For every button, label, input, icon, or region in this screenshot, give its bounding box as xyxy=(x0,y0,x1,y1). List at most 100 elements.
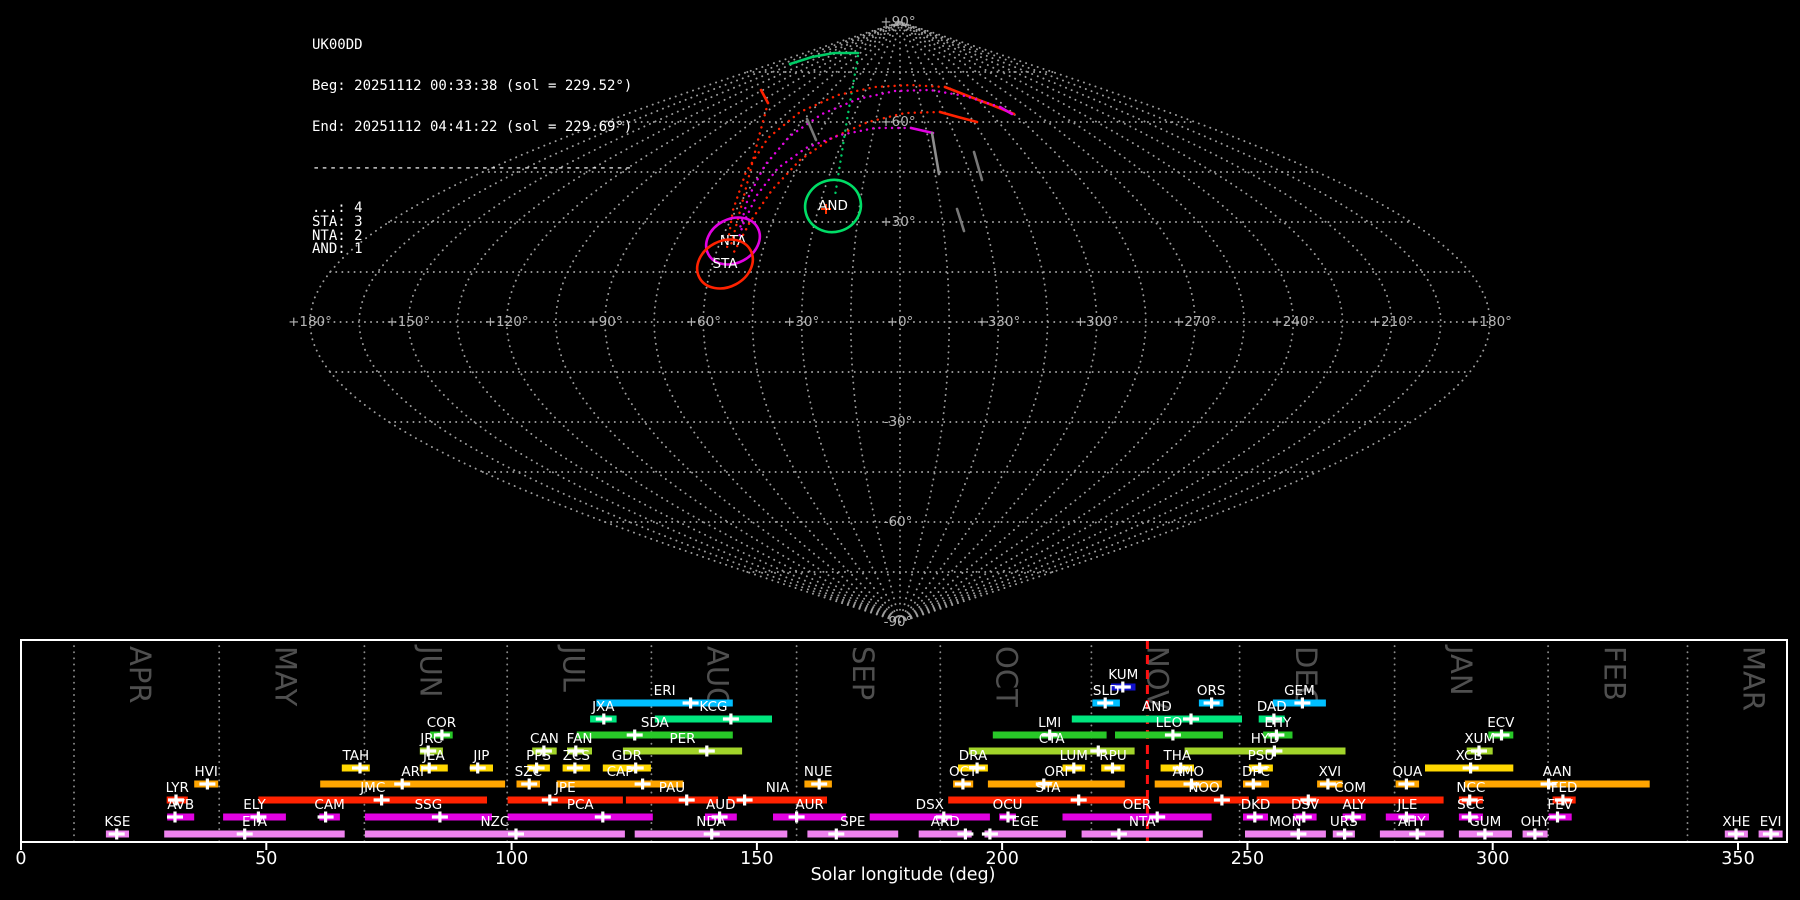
shower-peak-sta xyxy=(1071,795,1087,806)
shower-label-xum: XUM xyxy=(1464,731,1495,747)
shower-peak-xhe xyxy=(1728,829,1744,840)
shower-label-dsv: DSV xyxy=(1291,797,1320,813)
shower-peak-jpe xyxy=(542,795,558,806)
shower-label-jea: JEA xyxy=(422,748,446,764)
shower-label-dkd: DKD xyxy=(1241,797,1271,813)
meteor-trail-solid xyxy=(974,152,982,180)
shower-peak-cam xyxy=(318,812,334,823)
shower-label-xcb: XCB xyxy=(1456,748,1483,764)
meteor-trail-dotted xyxy=(740,90,1000,228)
lon-label: +240° xyxy=(1271,314,1315,330)
x-tick-label: 250 xyxy=(1231,849,1264,869)
x-tick-label: 350 xyxy=(1721,849,1754,869)
shower-label-szc: SZC xyxy=(515,764,542,780)
shower-label-aur: AUR xyxy=(795,797,824,813)
shower-label-nue: NUE xyxy=(804,764,833,780)
shower-peak-szc xyxy=(521,779,537,790)
shower-peak-pca xyxy=(595,812,611,823)
shower-peak-ege xyxy=(982,829,998,840)
observation-begin: Beg: 20251112 00:33:38 (sol = 229.52°) xyxy=(312,80,632,94)
lat-label: +90° xyxy=(880,14,915,30)
shower-bar-pca xyxy=(508,814,653,821)
month-label-apr: APR xyxy=(123,646,157,703)
lon-label: +120° xyxy=(485,314,529,330)
shower-label-jle: JLE xyxy=(1396,797,1417,813)
shower-label-noo: NOO xyxy=(1188,780,1219,796)
shower-peak-per xyxy=(699,746,715,757)
month-label-jul: JUL xyxy=(556,644,590,692)
shower-label-ard: ARD xyxy=(931,814,960,830)
station-info-block: UK00DD Beg: 20251112 00:33:38 (sol = 229… xyxy=(312,12,632,270)
shower-label-pca: PCA xyxy=(567,797,595,813)
shower-peak-kcg xyxy=(723,714,739,725)
shower-label-nda: NDA xyxy=(696,814,726,830)
shower-label-gem: GEM xyxy=(1284,683,1315,699)
shower-label-aud: AUD xyxy=(706,797,736,813)
meteor-trail-solid xyxy=(932,133,939,174)
lon-label: +210° xyxy=(1370,314,1414,330)
shower-label-dra: DRA xyxy=(959,748,988,764)
shower-label-tah: TAH xyxy=(342,748,370,764)
shower-peak-oct xyxy=(955,779,971,790)
shower-label-cap: CAP xyxy=(607,764,634,780)
month-label-oct: OCT xyxy=(990,646,1024,707)
shower-label-ohy: OHY xyxy=(1521,814,1551,830)
shower-label-per: PER xyxy=(670,731,696,747)
shower-label-urs: URS xyxy=(1330,814,1358,830)
shower-count-list: ...: 4STA: 3NTA: 2AND: 1 xyxy=(312,202,632,256)
shower-peak-hvi xyxy=(199,779,215,790)
shower-label-ssg: SSG xyxy=(415,797,443,813)
meteor-trail-solid xyxy=(940,112,977,122)
shower-label-ncc: NCC xyxy=(1456,780,1485,796)
shower-label-dpc: DPC xyxy=(1242,764,1270,780)
radiant-label-sta: STA xyxy=(712,256,738,272)
separator-line: -------------------------------------- xyxy=(312,162,632,176)
shower-label-ari: ARI xyxy=(401,764,424,780)
shower-label-cam: CAM xyxy=(314,797,344,813)
month-label-mar: MAR xyxy=(1737,646,1771,711)
shower-label-kse: KSE xyxy=(104,814,130,830)
shower-label-zcs: ZCS xyxy=(563,748,590,764)
lat-label: -90° xyxy=(884,614,913,630)
shower-peak-jmc xyxy=(374,795,390,806)
shower-label-ehy: EHY xyxy=(1264,715,1292,731)
shower-label-fev: FEV xyxy=(1547,797,1573,813)
shower-peak-mon xyxy=(1290,829,1306,840)
shower-peak-kse xyxy=(109,829,125,840)
shower-label-and: AND xyxy=(1142,699,1172,715)
meteor-trail-solid xyxy=(911,128,933,133)
shower-bar-ssg xyxy=(365,814,492,821)
shower-peak-jxa xyxy=(596,714,612,725)
shower-label-oct: OCT xyxy=(949,764,978,780)
shower-label-mon: MON xyxy=(1269,814,1301,830)
shower-peak-eta xyxy=(237,829,253,840)
shower-label-lyr: LYR xyxy=(166,780,189,796)
shower-peak-nia xyxy=(737,795,753,806)
shower-label-fan: FAN xyxy=(567,731,593,747)
shower-label-cta: CTA xyxy=(1039,731,1066,747)
shower-peak-rpu xyxy=(1105,763,1121,774)
meteor-trail-solid xyxy=(790,53,858,64)
shower-peak-sda xyxy=(627,730,643,741)
shower-label-ely: ELY xyxy=(243,797,266,813)
month-label-feb: FEB xyxy=(1597,646,1631,701)
lon-label: +90° xyxy=(587,314,622,330)
shower-label-lum: LUM xyxy=(1060,748,1088,764)
shower-bar-nzc xyxy=(365,831,625,838)
shower-bar-noo xyxy=(1159,797,1249,804)
shower-bar-jpe xyxy=(508,797,623,804)
observation-end: End: 20251112 04:41:22 (sol = 229.69°) xyxy=(312,121,632,135)
shower-label-nta: NTA xyxy=(1129,814,1156,830)
shower-label-jpe: JPE xyxy=(554,780,576,796)
shower-label-tha: THA xyxy=(1162,748,1191,764)
shower-peak-eri xyxy=(683,698,699,709)
shower-label-gdr: GDR xyxy=(612,748,642,764)
shower-label-jxa: JXA xyxy=(591,699,615,715)
shower-label-avb: AVB xyxy=(167,797,194,813)
shower-bar-ari xyxy=(320,781,505,788)
shower-label-kum: KUM xyxy=(1108,667,1138,683)
shower-label-evi: EVI xyxy=(1760,814,1782,830)
shower-peak-ahy xyxy=(1409,829,1425,840)
lon-label: +180° xyxy=(1468,314,1512,330)
shower-bar-sta xyxy=(948,797,1148,804)
